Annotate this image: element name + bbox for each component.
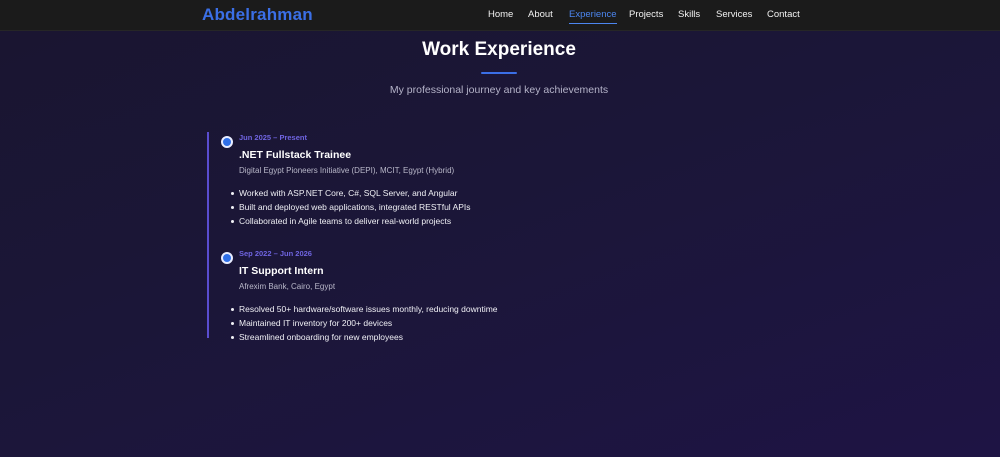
experience-role: .NET Fullstack Trainee [239, 149, 352, 161]
nav-link-experience[interactable]: Experience [569, 9, 617, 24]
nav-link-home[interactable]: Home [488, 9, 513, 20]
nav-link-projects[interactable]: Projects [629, 9, 663, 20]
timeline-line [207, 132, 209, 338]
nav-link-skills[interactable]: Skills [678, 9, 700, 20]
experience-role: IT Support Intern [239, 265, 324, 277]
bullet-item: Resolved 50+ hardware/software issues mo… [231, 302, 639, 316]
bullet-item: Built and deployed web applications, int… [231, 200, 639, 214]
experience-organization: Digital Egypt Pioneers Initiative (DEPI)… [239, 166, 455, 175]
nav-link-services[interactable]: Services [716, 9, 752, 20]
experience-entry: Sep 2022 – Jun 2026 IT Support Intern Af… [231, 249, 639, 344]
experience-date: Sep 2022 – Jun 2026 [239, 249, 312, 258]
experience-bullets: Worked with ASP.NET Core, C#, SQL Server… [231, 186, 639, 228]
section-title: Work Experience [422, 39, 576, 60]
nav-link-contact[interactable]: Contact [767, 9, 800, 20]
section-subtitle: My professional journey and key achievem… [389, 84, 609, 96]
experience-date: Jun 2025 – Present [239, 133, 307, 142]
bullet-item: Worked with ASP.NET Core, C#, SQL Server… [231, 186, 639, 200]
nav-link-about[interactable]: About [528, 9, 553, 20]
experience-bullets: Resolved 50+ hardware/software issues mo… [231, 302, 639, 344]
experience-organization: Afrexim Bank, Cairo, Egypt [239, 282, 336, 291]
bullet-item: Collaborated in Agile teams to deliver r… [231, 214, 639, 228]
nav-link-experience-label: Experience [569, 9, 617, 20]
timeline-dot [221, 136, 233, 148]
navbar: Abdelrahman Home About Experience Projec… [0, 0, 1000, 31]
bullet-item: Maintained IT inventory for 200+ devices [231, 316, 639, 330]
title-underline [481, 72, 517, 74]
timeline-dot [221, 252, 233, 264]
bullet-item: Streamlined onboarding for new employees [231, 330, 639, 344]
experience-entry: Jun 2025 – Present .NET Fullstack Traine… [231, 133, 639, 228]
active-link-underline [569, 23, 617, 24]
brand-logo[interactable]: Abdelrahman [202, 5, 313, 25]
